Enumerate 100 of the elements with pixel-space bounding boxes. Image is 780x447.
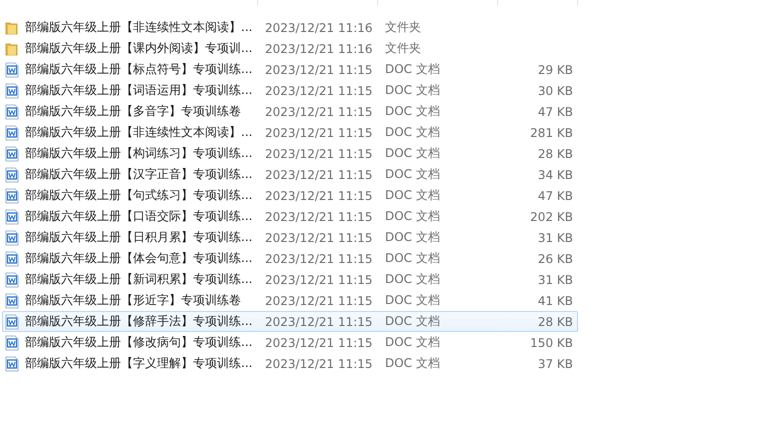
file-size: 34 KB [536, 168, 574, 182]
file-name: 部编版六年级上册【修辞手法】专项训练... [25, 313, 252, 330]
modified-date: 2023/12/21 11:15 [264, 230, 374, 244]
file-size: 47 KB [536, 188, 574, 202]
file-name: 部编版六年级上册【多音字】专项训练卷 [25, 103, 241, 120]
file-name: 部编版六年级上册【体会句意】专项训练... [25, 250, 252, 267]
file-row[interactable]: 部编版六年级上册【新词积累】专项训练... 2023/12/21 11:15 DOC 文档 31 KB [2, 269, 578, 290]
document-icon [5, 62, 19, 78]
modified-date: 2023/12/21 11:15 [264, 272, 374, 286]
file-name: 部编版六年级上册【标点符号】专项训练... [25, 61, 252, 78]
file-row[interactable]: 部编版六年级上册【非连续性文本阅读】... 2023/12/21 11:15 DOC 文档 281 KB [2, 122, 578, 143]
file-row[interactable]: 部编版六年级上册【标点符号】专项训练... 2023/12/21 11:15 DOC 文档 29 KB [2, 59, 578, 80]
file-size: 150 KB [529, 336, 574, 350]
document-icon [5, 188, 19, 204]
modified-date: 2023/12/21 11:15 [264, 314, 374, 328]
document-icon [5, 104, 19, 120]
file-size: 37 KB [536, 356, 574, 370]
document-icon [5, 124, 19, 140]
modified-date: 2023/12/21 11:15 [264, 188, 374, 202]
modified-date: 2023/12/21 11:15 [264, 146, 374, 160]
document-icon [5, 230, 19, 246]
modified-date: 2023/12/21 11:16 [264, 20, 374, 34]
file-row[interactable]: 部编版六年级上册【多音字】专项训练卷 2023/12/21 11:15 DOC 文档 47 KB [2, 101, 578, 122]
file-type: DOC 文档 [384, 82, 441, 99]
file-row[interactable]: 部编版六年级上册【修辞手法】专项训练... 2023/12/21 11:15 DOC 文档 28 KB [2, 311, 578, 332]
document-icon [5, 334, 19, 350]
modified-date: 2023/12/21 11:15 [264, 104, 374, 118]
file-type: DOC 文档 [384, 124, 441, 141]
file-name: 部编版六年级上册【字义理解】专项训练... [25, 355, 252, 372]
file-type: DOC 文档 [384, 355, 441, 372]
file-size: 31 KB [536, 272, 574, 286]
file-type: DOC 文档 [384, 103, 441, 120]
file-type: 文件夹 [384, 19, 422, 36]
file-size: 28 KB [536, 314, 574, 328]
file-type: DOC 文档 [384, 271, 441, 288]
file-name: 部编版六年级上册【汉字正音】专项训练... [25, 166, 252, 183]
file-type: DOC 文档 [384, 61, 441, 78]
file-row[interactable]: 部编版六年级上册【词语运用】专项训练... 2023/12/21 11:15 DOC 文档 30 KB [2, 80, 578, 101]
document-icon [5, 166, 19, 182]
modified-date: 2023/12/21 11:15 [264, 84, 374, 98]
file-row[interactable]: 部编版六年级上册【课内外阅读】专项训... 2023/12/21 11:16 文件夹 [2, 38, 578, 59]
file-type: DOC 文档 [384, 229, 441, 246]
modified-date: 2023/12/21 11:15 [264, 62, 374, 76]
file-type: DOC 文档 [384, 187, 441, 204]
file-size: 202 KB [529, 210, 574, 224]
file-type: DOC 文档 [384, 166, 441, 183]
file-name: 部编版六年级上册【日积月累】专项训练... [25, 229, 252, 246]
file-size: 29 KB [536, 62, 574, 76]
file-size: 28 KB [536, 146, 574, 160]
modified-date: 2023/12/21 11:15 [264, 294, 374, 308]
document-icon [5, 208, 19, 224]
file-size: 26 KB [536, 252, 574, 266]
file-type: DOC 文档 [384, 313, 441, 330]
file-type: DOC 文档 [384, 292, 441, 309]
file-type: DOC 文档 [384, 334, 441, 351]
file-row[interactable]: 部编版六年级上册【形近字】专项训练卷 2023/12/21 11:15 DOC 文档 41 KB [2, 290, 578, 311]
document-icon [5, 146, 19, 162]
document-icon [5, 272, 19, 288]
file-name: 部编版六年级上册【课内外阅读】专项训... [25, 40, 252, 57]
document-icon [5, 356, 19, 372]
document-icon [5, 314, 19, 330]
file-name: 部编版六年级上册【口语交际】专项训练... [25, 208, 252, 225]
modified-date: 2023/12/21 11:15 [264, 252, 374, 266]
file-type: 文件夹 [384, 40, 422, 57]
file-row[interactable]: 部编版六年级上册【口语交际】专项训练... 2023/12/21 11:15 DOC 文档 202 KB [2, 206, 578, 227]
file-size: 31 KB [536, 230, 574, 244]
file-name: 部编版六年级上册【词语运用】专项训练... [25, 82, 252, 99]
file-type: DOC 文档 [384, 208, 441, 225]
modified-date: 2023/12/21 11:16 [264, 42, 374, 56]
folder-icon [5, 20, 19, 34]
file-row[interactable]: 部编版六年级上册【汉字正音】专项训练... 2023/12/21 11:15 DOC 文档 34 KB [2, 164, 578, 185]
file-name: 部编版六年级上册【新词积累】专项训练... [25, 271, 252, 288]
file-size: 281 KB [529, 126, 574, 140]
file-size: 30 KB [536, 84, 574, 98]
modified-date: 2023/12/21 11:15 [264, 126, 374, 140]
file-size: 41 KB [536, 294, 574, 308]
file-type: DOC 文档 [384, 145, 441, 162]
file-row[interactable]: 部编版六年级上册【构词练习】专项训练... 2023/12/21 11:15 DOC 文档 28 KB [2, 143, 578, 164]
modified-date: 2023/12/21 11:15 [264, 210, 374, 224]
file-size: 47 KB [536, 104, 574, 118]
document-icon [5, 292, 19, 308]
modified-date: 2023/12/21 11:15 [264, 336, 374, 350]
folder-icon [5, 42, 19, 56]
file-row[interactable]: 部编版六年级上册【句式练习】专项训练... 2023/12/21 11:15 DOC 文档 47 KB [2, 185, 578, 206]
file-name: 部编版六年级上册【形近字】专项训练卷 [25, 292, 241, 309]
file-type: DOC 文档 [384, 250, 441, 267]
document-icon [5, 82, 19, 98]
file-name: 部编版六年级上册【非连续性文本阅读】... [25, 19, 252, 36]
modified-date: 2023/12/21 11:15 [264, 356, 374, 370]
file-row[interactable]: 部编版六年级上册【修改病句】专项训练... 2023/12/21 11:15 DOC 文档 150 KB [2, 332, 578, 353]
file-name: 部编版六年级上册【修改病句】专项训练... [25, 334, 252, 351]
file-row[interactable]: 部编版六年级上册【日积月累】专项训练... 2023/12/21 11:15 DOC 文档 31 KB [2, 227, 578, 248]
modified-date: 2023/12/21 11:15 [264, 168, 374, 182]
file-row[interactable]: 部编版六年级上册【非连续性文本阅读】... 2023/12/21 11:16 文件夹 [2, 17, 578, 38]
file-name: 部编版六年级上册【非连续性文本阅读】... [25, 124, 252, 141]
file-row[interactable]: 部编版六年级上册【字义理解】专项训练... 2023/12/21 11:15 DOC 文档 37 KB [2, 353, 578, 374]
file-name: 部编版六年级上册【构词练习】专项训练... [25, 145, 252, 162]
document-icon [5, 250, 19, 266]
file-name: 部编版六年级上册【句式练习】专项训练... [25, 187, 252, 204]
file-row[interactable]: 部编版六年级上册【体会句意】专项训练... 2023/12/21 11:15 DOC 文档 26 KB [2, 248, 578, 269]
